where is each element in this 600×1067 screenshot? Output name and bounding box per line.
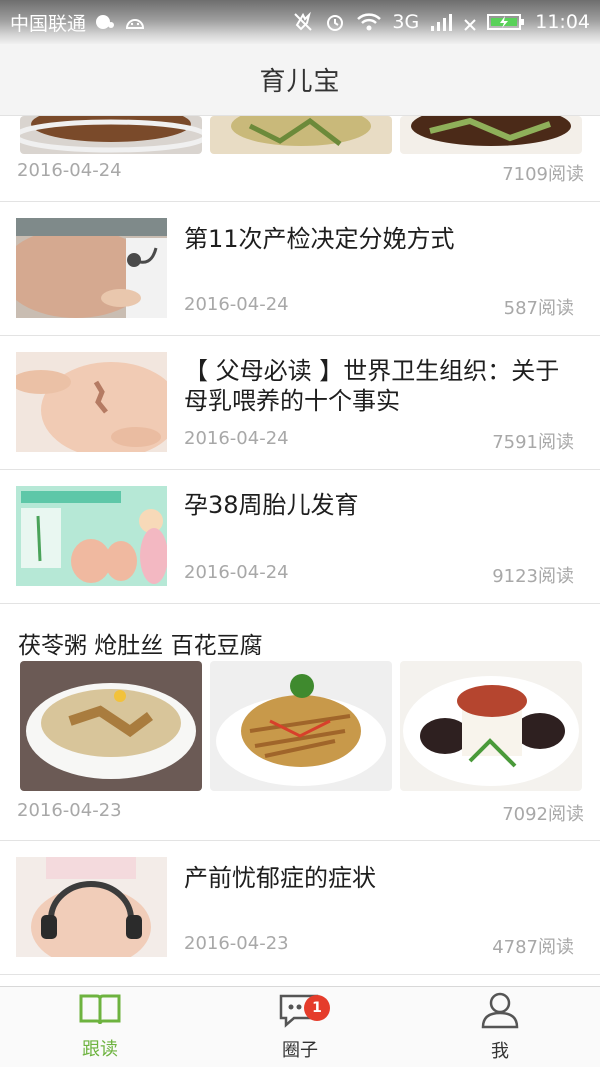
notification-icon <box>94 13 116 31</box>
alarm-icon <box>324 11 346 33</box>
app-header: 育儿宝 <box>0 44 600 116</box>
clock-label: 11:04 <box>535 11 590 33</box>
article-thumbnail <box>16 486 167 586</box>
tab-label: 圈子 <box>282 1040 318 1061</box>
vibrate-off-icon <box>292 11 314 33</box>
recipe-image <box>20 116 202 154</box>
read-count: 7591阅读 <box>492 432 574 453</box>
article-date: 2016-04-24 <box>184 428 289 449</box>
recipe-title: 茯苓粥 炝肚丝 百花豆腐 <box>18 633 263 659</box>
notification-badge: 1 <box>304 995 330 1021</box>
signal-icon <box>429 12 453 32</box>
recipe-card[interactable]: 茯苓粥 炝肚丝 百花豆腐 2016-04-23 7092阅读 <box>0 604 600 841</box>
android-icon <box>124 14 146 30</box>
battery-icon <box>487 12 525 32</box>
read-count: 4787阅读 <box>492 937 574 958</box>
signal-2-icon <box>463 12 477 32</box>
article-item[interactable]: 孕38周胎儿发育 2016-04-24 9123阅读 <box>0 470 600 604</box>
status-bar: 中国联通 3G 11:04 <box>0 0 600 44</box>
tab-label: 跟读 <box>82 1039 118 1060</box>
recipe-image <box>20 661 202 791</box>
article-thumbnail <box>16 857 167 957</box>
recipe-image <box>400 661 582 791</box>
tab-follow-read[interactable]: 跟读 <box>0 987 200 1067</box>
article-title: 第11次产检决定分娩方式 <box>184 225 455 253</box>
tab-me[interactable]: 我 <box>400 987 600 1067</box>
article-title: 【 父母必读 】世界卫生组织：关于母乳喂养的十个事实 <box>184 357 560 415</box>
read-count: 587阅读 <box>503 298 574 319</box>
book-icon <box>78 993 122 1031</box>
article-date: 2016-04-23 <box>184 933 289 954</box>
article-date: 2016-04-24 <box>184 562 289 583</box>
bottom-nav: 跟读 1 圈子 我 <box>0 986 600 1067</box>
article-thumbnail <box>16 218 167 318</box>
recipe-card-partial[interactable]: 2016-04-24 7109阅读 <box>0 116 600 202</box>
article-item[interactable]: 产前忧郁症的症状 2016-04-23 4787阅读 <box>0 841 600 975</box>
recipe-image <box>210 661 392 791</box>
wifi-icon <box>356 12 382 32</box>
network-type-label: 3G <box>392 11 420 33</box>
article-item[interactable]: 第11次产检决定分娩方式 2016-04-24 587阅读 <box>0 202 600 336</box>
article-date: 2016-04-24 <box>17 160 122 181</box>
read-count: 7092阅读 <box>502 804 584 825</box>
article-thumbnail <box>16 352 167 452</box>
tab-label: 我 <box>491 1041 509 1062</box>
article-date: 2016-04-24 <box>184 294 289 315</box>
article-date: 2016-04-23 <box>17 800 122 821</box>
carrier-label: 中国联通 <box>10 12 87 35</box>
read-count: 9123阅读 <box>492 566 574 587</box>
person-icon <box>480 991 520 1033</box>
article-title: 孕38周胎儿发育 <box>184 491 359 519</box>
article-item[interactable]: 【 父母必读 】世界卫生组织：关于母乳喂养的十个事实 2016-04-24 75… <box>0 336 600 470</box>
tab-circle[interactable]: 1 圈子 <box>200 987 400 1067</box>
recipe-image <box>210 116 392 154</box>
recipe-image <box>400 116 582 154</box>
article-title: 产前忧郁症的症状 <box>184 864 376 892</box>
read-count: 7109阅读 <box>502 164 584 185</box>
article-feed[interactable]: 2016-04-24 7109阅读 第11次产检决定分娩方式 2016-04-2… <box>0 116 600 986</box>
page-title: 育儿宝 <box>259 67 341 97</box>
